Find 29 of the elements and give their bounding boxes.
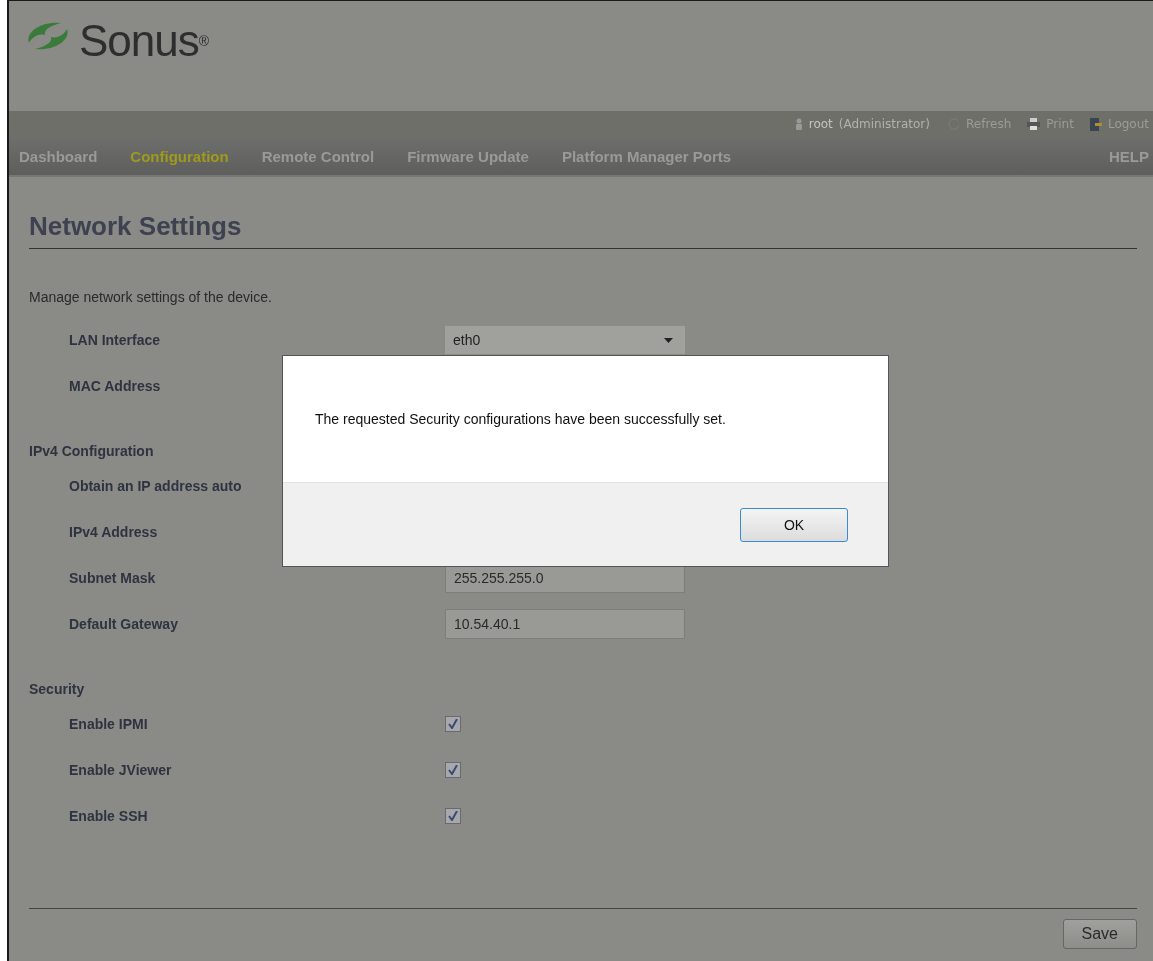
section-heading: IPv4 Configuration [29,442,154,461]
field-label: Enable SSH [69,808,148,824]
page-title: Network Settings [29,211,1137,249]
logout-icon [1089,117,1102,131]
section-heading: Security [29,680,85,699]
field-label: LAN Interface [69,332,161,348]
field-label: Default Gateway [69,616,178,632]
field-label: IPv4 Address [69,524,158,540]
field-label: Obtain an IP address auto [69,478,242,494]
user-icon [794,118,803,130]
page-description: Manage network settings of the device. [29,288,273,306]
field-label: Enable JViewer [69,762,172,778]
dialog-message: The requested Security configurations have been successfully set. [315,411,726,427]
input-field[interactable]: 10.54.40.1 [445,609,685,639]
user-name: root [808,117,833,131]
checkbox[interactable] [445,808,461,824]
nav-tab[interactable]: Configuration [130,147,229,165]
field-label: Enable IPMI [69,716,148,732]
logo-text: Sonus$^{®}$ [79,19,209,63]
ok-button[interactable]: OK [740,507,848,542]
save-button[interactable]: Save [1062,919,1137,949]
printer-icon [1027,118,1041,130]
dropdown[interactable]: eth0 [445,326,685,354]
checkbox[interactable] [445,716,461,732]
caret-icon [664,337,673,343]
user-role: (Administrator) [838,117,930,131]
field-label: MAC Address [69,378,161,394]
checkbox[interactable] [445,762,461,778]
field-label: Subnet Mask [69,570,156,586]
